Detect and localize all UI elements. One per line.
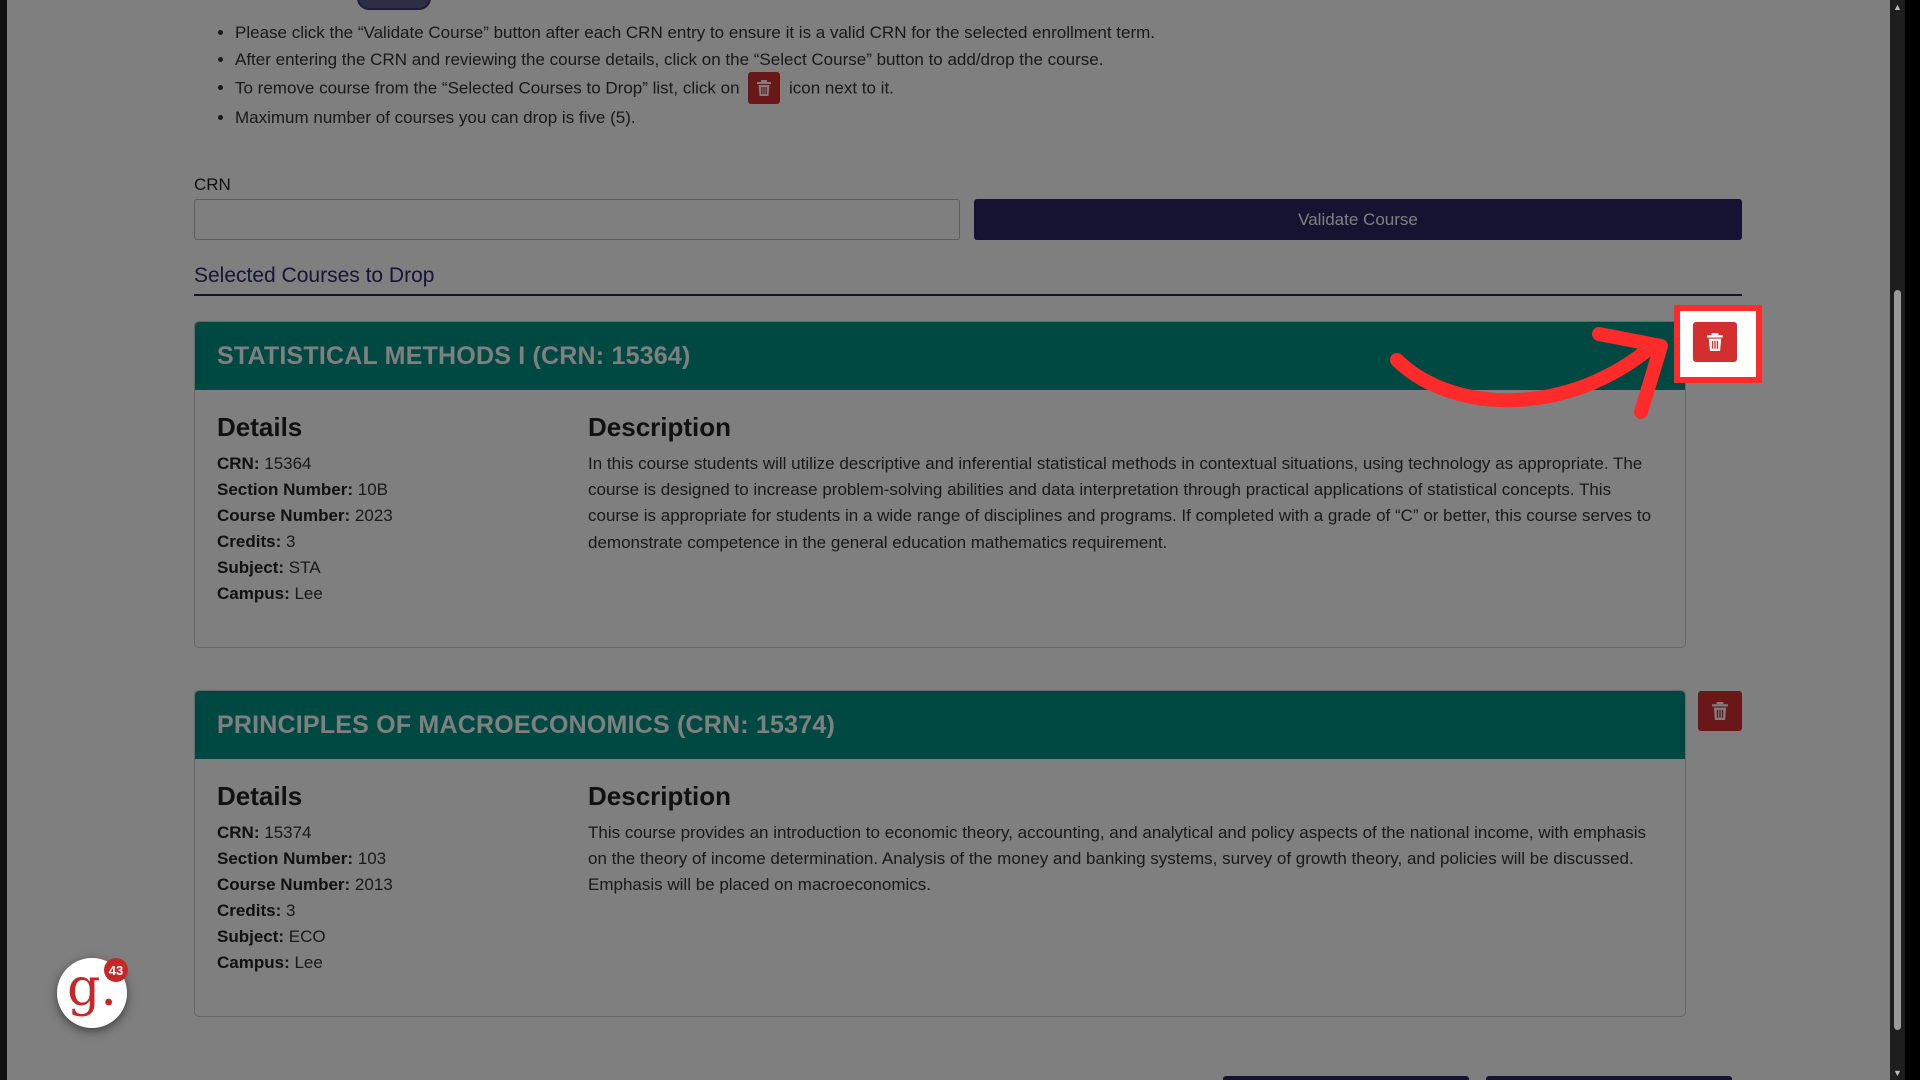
curved-arrow-icon xyxy=(1390,327,1668,419)
window-left-edge xyxy=(0,0,7,1080)
remove-course-button[interactable] xyxy=(1693,322,1737,362)
page: Please click the “Validate Course” butto… xyxy=(7,0,1905,1080)
scrollbar[interactable]: ▲ ▼ xyxy=(1890,0,1905,1080)
scroll-up-arrow-icon[interactable]: ▲ xyxy=(1890,2,1905,12)
trash-icon xyxy=(1707,333,1723,351)
scroll-down-arrow-icon[interactable]: ▼ xyxy=(1890,1068,1905,1078)
scrollbar-thumb[interactable] xyxy=(1894,290,1901,1030)
dim-overlay xyxy=(7,0,1905,1080)
notification-badge: 43 xyxy=(104,958,128,982)
